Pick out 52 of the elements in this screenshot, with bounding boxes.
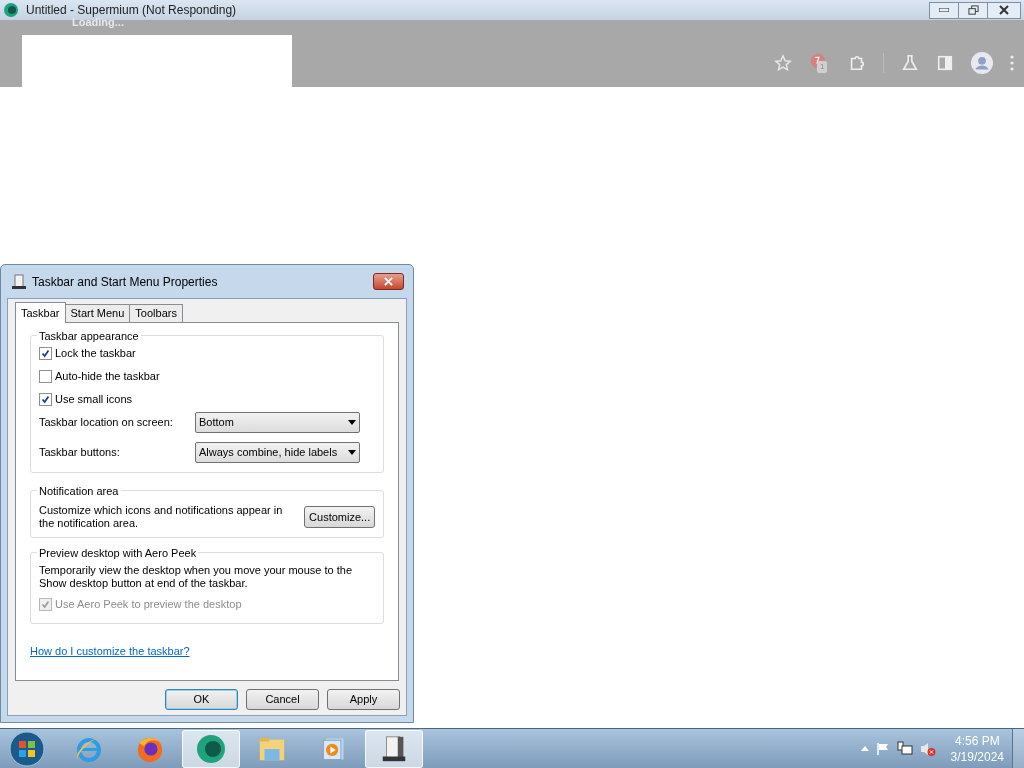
minimize-icon [939, 8, 949, 12]
dropdown-caret-icon [348, 450, 356, 455]
checkbox[interactable] [39, 393, 52, 406]
dialog-button[interactable]: Cancel [246, 689, 319, 710]
window-title: Untitled - Supermium (Not Responding) [26, 2, 237, 18]
group-description: Temporarily view the desktop when you move your mouse to the Show desktop button at end of the taskbar. [39, 564, 354, 590]
close-button[interactable] [987, 1, 1021, 19]
tab-title: Loading... [72, 16, 124, 30]
show-hidden-icons-icon[interactable] [860, 746, 869, 751]
dialog-button[interactable]: Apply [327, 689, 400, 710]
windows-logo-icon [9, 730, 45, 767]
dialog-tab[interactable]: Start Menu [64, 304, 131, 322]
help-link[interactable]: How do I customize the taskbar? [30, 643, 190, 660]
dropdown[interactable]: Bottom [195, 412, 360, 433]
browser-icon [3, 2, 19, 18]
extension-badge: 1 [817, 61, 828, 73]
show-desktop-button[interactable] [1012, 728, 1024, 768]
taskbar-properties-icon [11, 273, 27, 290]
muted-speaker-icon[interactable] [919, 740, 936, 757]
dialog-tab[interactable]: Toolbars [129, 304, 183, 322]
profile-icon[interactable] [971, 52, 993, 74]
menu-icon[interactable] [1010, 55, 1014, 71]
close-button[interactable] [373, 273, 404, 290]
checkbox-label: Use small icons [55, 393, 133, 406]
checkbox[interactable] [39, 347, 52, 360]
select-label: Taskbar location on screen: [39, 415, 174, 431]
checkbox-label: Lock the taskbar [55, 347, 136, 360]
taskbar-button[interactable] [182, 729, 240, 768]
restore-icon [967, 4, 979, 16]
restore-button[interactable] [958, 1, 988, 19]
side-panel-icon[interactable] [936, 54, 954, 72]
dialog-tab[interactable]: Taskbar [15, 302, 66, 323]
dialog-button[interactable]: OK [165, 689, 238, 710]
close-icon [999, 5, 1009, 15]
flask-icon[interactable] [901, 54, 919, 72]
minimize-button[interactable] [929, 1, 959, 19]
group-description: Customize which icons and notifications appear in the notification area. [39, 504, 284, 530]
flag-icon[interactable] [875, 741, 890, 756]
customize-button[interactable]: Customize... [304, 506, 375, 528]
dropdown-caret-icon [348, 420, 356, 425]
puzzle-icon[interactable] [848, 54, 866, 72]
dialog-title: Taskbar and Start Menu Properties [32, 273, 218, 291]
checkbox-label: Auto-hide the taskbar [55, 370, 160, 383]
star-icon[interactable] [774, 54, 792, 72]
checkbox[interactable] [39, 370, 52, 383]
dropdown[interactable]: Always combine, hide labels [195, 442, 360, 463]
checkbox-label: Use Aero Peek to preview the desktop [55, 598, 242, 611]
taskbar-button[interactable] [365, 729, 423, 768]
browser-icon[interactable] [195, 732, 227, 765]
select-label: Taskbar buttons: [39, 445, 121, 461]
close-icon [384, 277, 393, 286]
network-icon[interactable] [896, 740, 913, 757]
